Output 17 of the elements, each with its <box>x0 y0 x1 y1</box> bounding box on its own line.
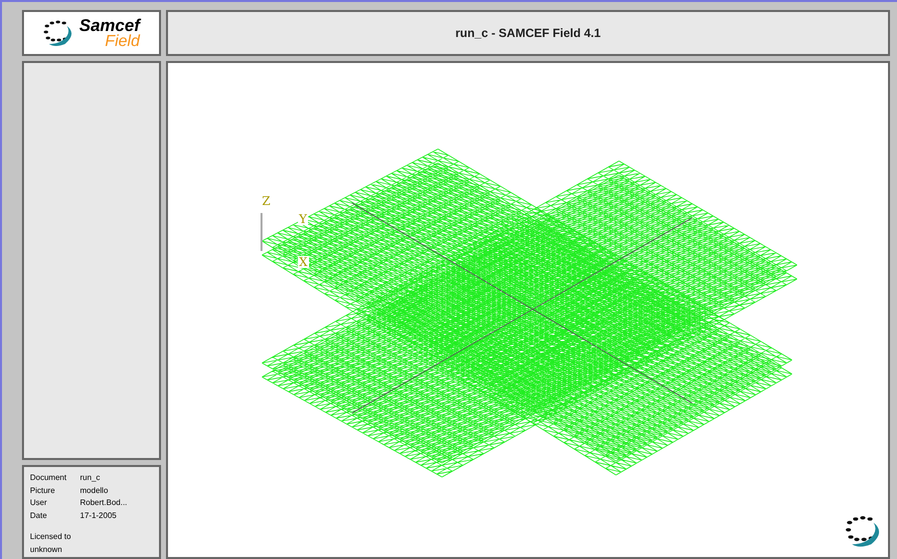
info-label: User <box>30 497 48 509</box>
info-label: Date <box>30 510 48 522</box>
axis-line-icon <box>260 213 263 251</box>
info-value: modello <box>80 484 108 496</box>
license-text: Licensed to <box>30 532 71 541</box>
info-label: Picture <box>30 484 56 496</box>
logo-text: Samcef <box>79 16 140 34</box>
axis-label: X <box>298 256 309 268</box>
axis-label: Z <box>261 195 272 207</box>
axis-label: Y <box>298 213 308 225</box>
license-text: unknown <box>30 544 62 554</box>
info-value: 17-1-2005 <box>80 510 116 522</box>
logo-subtext: Field <box>105 34 140 50</box>
info-value: run_c <box>80 472 100 484</box>
info-label: Document <box>30 472 68 484</box>
window-title: run_c - SAMCEF Field 4.1 <box>455 25 601 42</box>
info-value: Robert.Bod... <box>80 497 128 509</box>
